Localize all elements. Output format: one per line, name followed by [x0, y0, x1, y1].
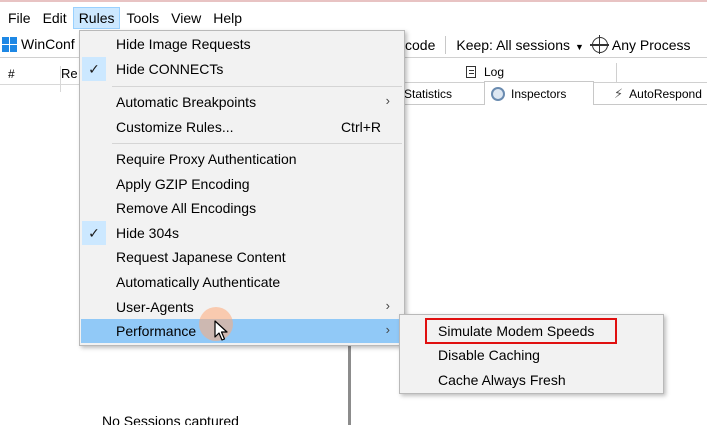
decode-button[interactable]: code	[405, 37, 435, 53]
menu-item-remove-encodings[interactable]: Remove All Encodings	[81, 196, 403, 220]
menu-item-auto-authenticate[interactable]: Automatically Authenticate	[81, 270, 403, 294]
tab-autoresponder[interactable]: ⚡ AutoRespond	[608, 83, 707, 105]
menu-edit[interactable]: Edit	[37, 7, 73, 29]
menu-item-label: Performance	[116, 323, 197, 339]
menu-item-hide-image-requests[interactable]: Hide Image Requests	[81, 32, 403, 56]
menu-item-label: Automatically Authenticate	[116, 274, 281, 290]
winconfig-label: WinConf	[21, 36, 75, 52]
menu-item-label: Cache Always Fresh	[438, 372, 566, 388]
menu-bar: File Edit Rules Tools View Help	[0, 6, 707, 30]
menu-item-label: Automatic Breakpoints	[116, 94, 257, 110]
menu-rules[interactable]: Rules	[72, 7, 121, 29]
menu-item-label: Disable Caching	[438, 347, 540, 363]
annotation-highlight-box	[425, 318, 617, 344]
keep-sessions-label: Keep: All sessions	[456, 37, 570, 53]
menu-item-disable-caching[interactable]: Disable Caching	[401, 343, 662, 367]
menu-item-label: Remove All Encodings	[116, 200, 257, 216]
tab-divider	[616, 63, 617, 83]
menu-item-user-agents[interactable]: User-Agents ›	[81, 295, 403, 319]
menu-item-label: Hide Image Requests	[116, 36, 251, 52]
tab-inspectors-label: Inspectors	[511, 86, 567, 101]
winconfig-button[interactable]: WinConf	[2, 36, 75, 52]
menu-item-label: Customize Rules...	[116, 119, 234, 135]
mouse-pointer-icon	[214, 320, 228, 341]
menu-item-label: Require Proxy Authentication	[116, 151, 297, 167]
menu-item-apply-gzip[interactable]: Apply GZIP Encoding	[81, 172, 403, 196]
column-number[interactable]: #	[8, 67, 15, 81]
checkmark-icon: ✓	[82, 221, 106, 245]
menu-item-label: Request Japanese Content	[116, 249, 286, 265]
empty-sessions-message: No Sessions captured	[102, 413, 239, 425]
submenu-arrow-icon: ›	[385, 93, 390, 108]
menu-item-cache-always-fresh[interactable]: Cache Always Fresh	[401, 368, 662, 392]
tab-log-label: Log	[484, 65, 505, 79]
menu-help[interactable]: Help	[207, 7, 248, 29]
tab-row-main: Statistics Inspectors ⚡ AutoRespond	[354, 81, 707, 105]
menu-item-hide-304s[interactable]: ✓ Hide 304s	[81, 221, 403, 245]
keep-sessions-dropdown[interactable]: Keep: All sessions ▼	[456, 37, 584, 53]
menu-separator	[112, 86, 402, 87]
lightning-bolt-icon: ⚡	[614, 86, 624, 101]
submenu-arrow-icon: ›	[385, 298, 390, 313]
menu-item-label: Hide 304s	[116, 225, 180, 241]
menu-item-performance[interactable]: Performance ›	[81, 319, 403, 343]
inspectors-magnifier-icon	[491, 86, 505, 101]
menu-item-label: Hide CONNECTs	[116, 61, 224, 77]
tab-statistics-label: Statistics	[404, 87, 453, 101]
column-result[interactable]: Re	[60, 66, 78, 92]
menu-item-label: Apply GZIP Encoding	[116, 176, 250, 192]
menu-item-require-proxy-auth[interactable]: Require Proxy Authentication	[81, 147, 403, 171]
menu-view[interactable]: View	[165, 7, 207, 29]
submenu-arrow-icon: ›	[385, 322, 390, 337]
menu-file[interactable]: File	[2, 7, 37, 29]
menu-item-hide-connects[interactable]: ✓ Hide CONNECTs	[81, 57, 403, 81]
tab-autoresponder-label: AutoRespond	[629, 87, 702, 101]
menu-item-request-japanese[interactable]: Request Japanese Content	[81, 245, 403, 269]
any-process-button[interactable]: Any Process	[612, 37, 691, 53]
windows-logo-icon	[2, 36, 17, 52]
log-document-icon	[466, 66, 476, 78]
tab-row-top: Log	[354, 63, 707, 83]
dropdown-caret-icon: ▼	[574, 42, 584, 52]
tab-log[interactable]: Log	[466, 65, 504, 79]
menu-item-customize-rules[interactable]: Customize Rules... Ctrl+R	[81, 115, 403, 139]
menu-separator	[112, 143, 402, 144]
toolbar-separator	[445, 36, 447, 54]
menu-item-shortcut: Ctrl+R	[340, 119, 381, 135]
rules-menu: Hide Image Requests ✓ Hide CONNECTs Auto…	[79, 30, 405, 346]
checkmark-icon: ✓	[82, 57, 106, 81]
menu-item-label: User-Agents	[116, 299, 194, 315]
crosshair-target-icon[interactable]	[589, 35, 609, 54]
tab-inspectors[interactable]: Inspectors	[484, 81, 594, 105]
tab-statistics[interactable]: Statistics	[398, 83, 458, 105]
menu-tools[interactable]: Tools	[120, 7, 165, 29]
performance-submenu: Simulate Modem Speeds Disable Caching Ca…	[399, 314, 664, 394]
window-top-edge	[0, 0, 707, 2]
menu-item-automatic-breakpoints[interactable]: Automatic Breakpoints ›	[81, 90, 403, 114]
